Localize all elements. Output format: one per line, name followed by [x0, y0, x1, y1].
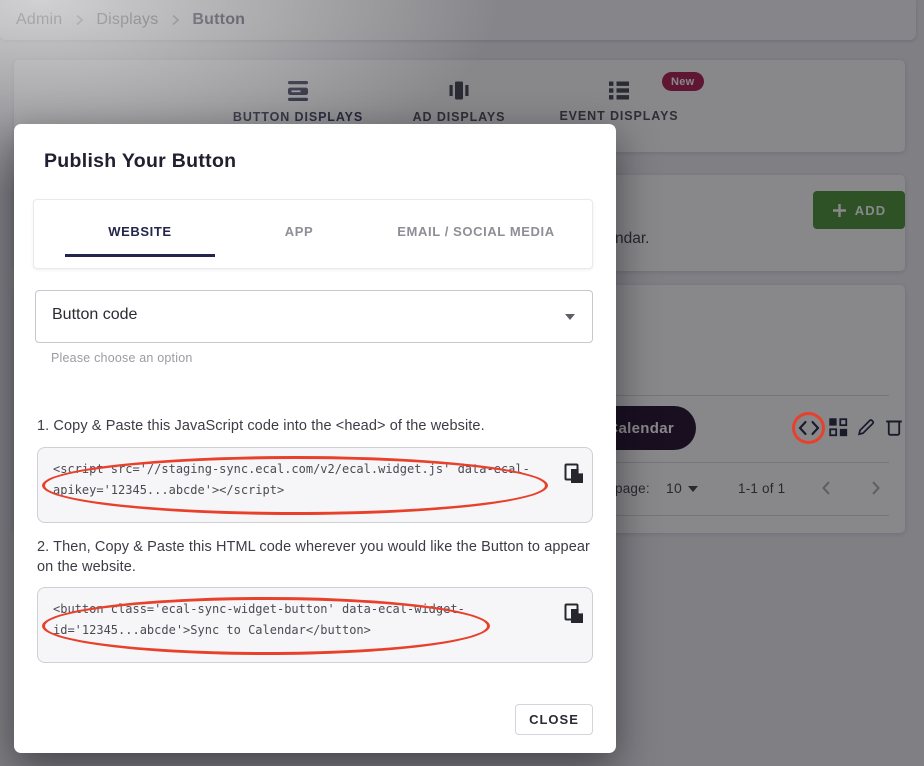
- active-tab-indicator: [65, 254, 215, 257]
- copy-icon: [562, 602, 588, 626]
- button-code-select[interactable]: Button code: [35, 290, 593, 343]
- select-value: Button code: [52, 306, 138, 323]
- html-code-block: <button class='ecal-sync-widget-button' …: [37, 587, 593, 663]
- step2-instruction: 2. Then, Copy & Paste this HTML code whe…: [37, 539, 590, 575]
- app-window: Admin Displays Button BUTTON DISPLAYS AD…: [0, 0, 924, 766]
- step1-instruction: 1. Copy & Paste this JavaScript code int…: [37, 418, 485, 434]
- script-code-text[interactable]: <script src='//staging-sync.ecal.com/v2/…: [53, 459, 565, 501]
- copy-html-button[interactable]: [562, 601, 588, 627]
- script-code-block: <script src='//staging-sync.ecal.com/v2/…: [37, 447, 593, 523]
- tab-website[interactable]: WEBSITE: [108, 224, 171, 239]
- tab-app[interactable]: APP: [285, 224, 314, 239]
- html-code-text[interactable]: <button class='ecal-sync-widget-button' …: [53, 599, 565, 641]
- modal-title: Publish Your Button: [44, 150, 237, 172]
- select-helper-text: Please choose an option: [51, 351, 193, 365]
- close-button[interactable]: CLOSE: [515, 704, 593, 735]
- chevron-down-icon: [565, 314, 575, 320]
- publish-button-modal: Publish Your Button WEBSITE APP EMAIL / …: [14, 124, 616, 753]
- copy-script-button[interactable]: [562, 461, 588, 487]
- copy-icon: [562, 462, 588, 486]
- tab-email-social[interactable]: EMAIL / SOCIAL MEDIA: [397, 224, 554, 239]
- publish-target-tabs: WEBSITE APP EMAIL / SOCIAL MEDIA: [33, 199, 593, 269]
